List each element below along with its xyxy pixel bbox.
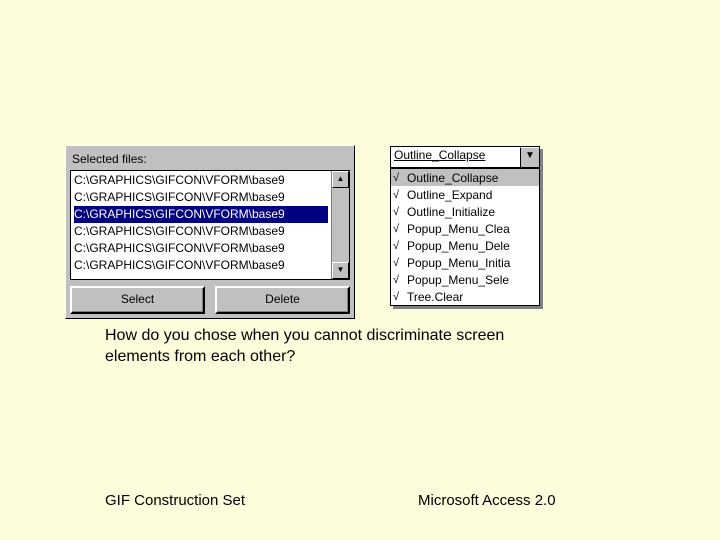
combobox-option[interactable]: √Outline_Expand bbox=[391, 186, 539, 203]
combobox-option-label: Popup_Menu_Clea bbox=[407, 222, 510, 236]
caption-text: How do you chose when you cannot discrim… bbox=[105, 326, 565, 368]
delete-button[interactable]: Delete bbox=[215, 286, 350, 314]
combobox-option-label: Outline_Expand bbox=[407, 188, 492, 202]
combobox-option-label: Outline_Initialize bbox=[407, 205, 495, 219]
check-icon: √ bbox=[393, 257, 407, 269]
combobox-option-label: Popup_Menu_Initia bbox=[407, 256, 510, 270]
footer-right-label: Microsoft Access 2.0 bbox=[418, 492, 556, 509]
check-icon: √ bbox=[393, 291, 407, 303]
procedure-combobox[interactable]: Outline_Collapse ▼ √Outline_Collapse√Out… bbox=[390, 146, 540, 306]
combobox-option-label: Outline_Collapse bbox=[407, 171, 498, 185]
list-item[interactable]: C:\GRAPHICS\GIFCON\VFORM\base9 bbox=[74, 206, 328, 223]
check-icon: √ bbox=[393, 223, 407, 235]
list-item[interactable]: C:\GRAPHICS\GIFCON\VFORM\base9 bbox=[74, 223, 328, 240]
combobox-dropdown-list[interactable]: √Outline_Collapse√Outline_Expand√Outline… bbox=[390, 168, 540, 306]
list-item[interactable]: C:\GRAPHICS\GIFCON\VFORM\base9 bbox=[74, 189, 328, 206]
combobox-value: Outline_Collapse bbox=[391, 147, 520, 167]
combobox-option[interactable]: √Popup_Menu_Clea bbox=[391, 220, 539, 237]
list-item[interactable]: C:\GRAPHICS\GIFCON\VFORM\base9 bbox=[74, 257, 328, 274]
footer-left-label: GIF Construction Set bbox=[105, 492, 245, 509]
combobox-option[interactable]: √Popup_Menu_Dele bbox=[391, 237, 539, 254]
combobox-option[interactable]: √Popup_Menu_Sele bbox=[391, 271, 539, 288]
check-icon: √ bbox=[393, 274, 407, 286]
selected-files-listbox[interactable]: C:\GRAPHICS\GIFCON\VFORM\base9C:\GRAPHIC… bbox=[70, 170, 350, 280]
combobox-input[interactable]: Outline_Collapse ▼ bbox=[390, 146, 540, 168]
combobox-option-label: Popup_Menu_Dele bbox=[407, 239, 510, 253]
combobox-option-label: Tree.Clear bbox=[407, 290, 463, 304]
select-button[interactable]: Select bbox=[70, 286, 205, 314]
scroll-up-icon[interactable]: ▲ bbox=[332, 171, 349, 188]
selected-files-panel: Selected files: C:\GRAPHICS\GIFCON\VFORM… bbox=[65, 145, 355, 319]
check-icon: √ bbox=[393, 189, 407, 201]
list-item[interactable]: C:\GRAPHICS\GIFCON\VFORM\base9 bbox=[74, 240, 328, 257]
list-item[interactable]: C:\GRAPHICS\GIFCON\VFORM\base9 bbox=[74, 172, 328, 189]
scroll-track[interactable] bbox=[332, 188, 349, 262]
panel-button-row: Select Delete bbox=[70, 286, 350, 314]
combobox-dropdown-icon[interactable]: ▼ bbox=[520, 147, 539, 167]
check-icon: √ bbox=[393, 240, 407, 252]
combobox-option[interactable]: √Outline_Collapse bbox=[391, 169, 539, 186]
combobox-option[interactable]: √Outline_Initialize bbox=[391, 203, 539, 220]
combobox-option[interactable]: √Popup_Menu_Initia bbox=[391, 254, 539, 271]
scroll-down-icon[interactable]: ▼ bbox=[332, 262, 349, 279]
check-icon: √ bbox=[393, 206, 407, 218]
selected-files-label: Selected files: bbox=[72, 152, 348, 166]
combobox-option-label: Popup_Menu_Sele bbox=[407, 273, 509, 287]
combobox-option[interactable]: √Tree.Clear bbox=[391, 288, 539, 305]
check-icon: √ bbox=[393, 172, 407, 184]
listbox-scrollbar[interactable]: ▲ ▼ bbox=[331, 171, 349, 279]
